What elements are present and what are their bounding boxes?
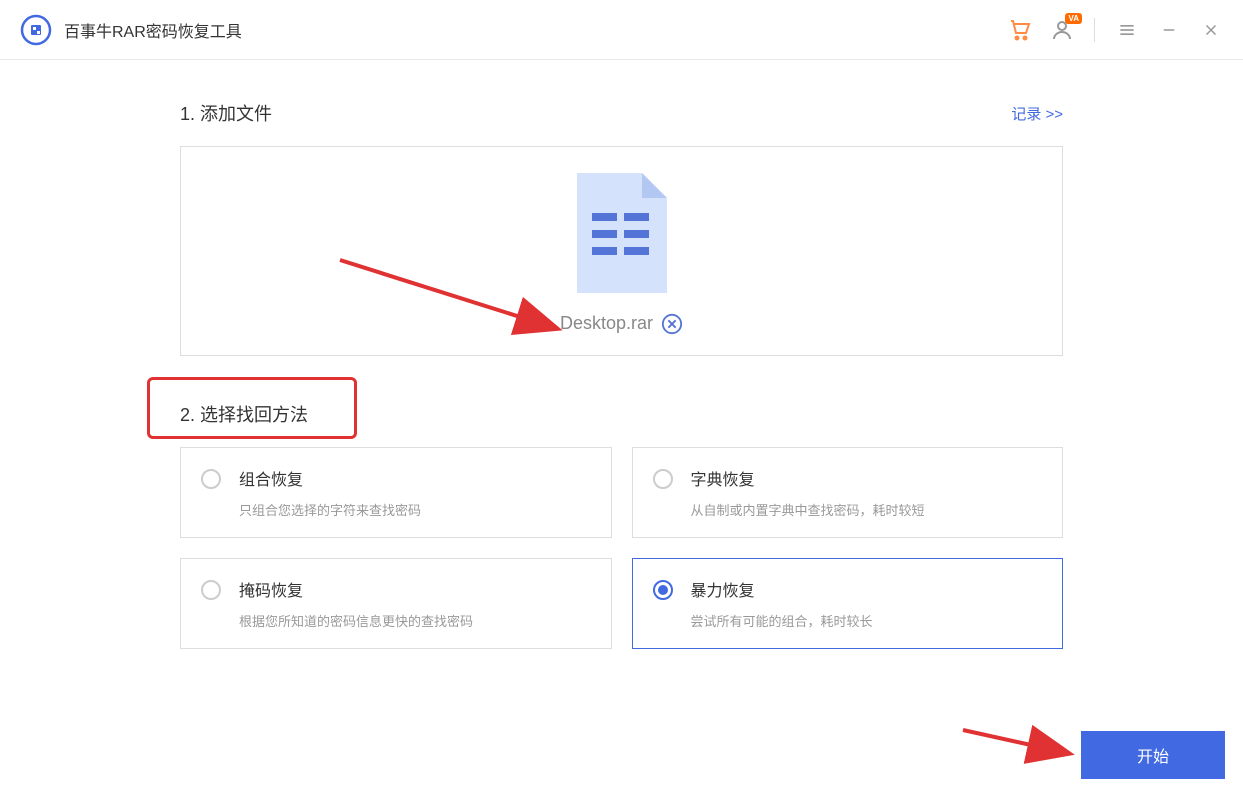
annotation-arrow-2 xyxy=(955,720,1085,770)
method-card-dictionary[interactable]: 字典恢复 从自制或内置字典中查找密码，耗时较短 xyxy=(632,447,1064,538)
titlebar: 百事牛RAR密码恢复工具 VA xyxy=(0,0,1243,60)
step1-header: 1. 添加文件 记录 >> xyxy=(180,100,1063,126)
history-link[interactable]: 记录 >> xyxy=(1011,103,1063,124)
method-title: 组合恢复 xyxy=(239,466,591,490)
methods-grid: 组合恢复 只组合您选择的字符来查找密码 字典恢复 从自制或内置字典中查找密码，耗… xyxy=(180,447,1063,649)
radio-icon xyxy=(653,580,673,600)
user-icon[interactable]: VA xyxy=(1050,18,1074,42)
radio-icon xyxy=(653,469,673,489)
main-content: 1. 添加文件 记录 >> Desktop.rar xyxy=(0,60,1243,649)
method-desc: 只组合您选择的字符来查找密码 xyxy=(239,500,591,519)
method-card-bruteforce[interactable]: 暴力恢复 尝试所有可能的组合，耗时较长 xyxy=(632,558,1064,649)
method-desc: 根据您所知道的密码信息更快的查找密码 xyxy=(239,611,591,630)
titlebar-left: 百事牛RAR密码恢复工具 xyxy=(20,14,242,46)
footer: 开始 xyxy=(1081,731,1225,779)
close-icon[interactable] xyxy=(1199,18,1223,42)
method-info: 组合恢复 只组合您选择的字符来查找密码 xyxy=(239,466,591,519)
radio-icon xyxy=(201,580,221,600)
method-title: 字典恢复 xyxy=(691,466,1043,490)
menu-icon[interactable] xyxy=(1115,18,1139,42)
app-title: 百事牛RAR密码恢复工具 xyxy=(64,18,242,42)
start-button[interactable]: 开始 xyxy=(1081,731,1225,779)
radio-icon xyxy=(201,469,221,489)
user-badge: VA xyxy=(1065,13,1082,24)
file-name-row: Desktop.rar xyxy=(560,313,683,335)
method-info: 暴力恢复 尝试所有可能的组合，耗时较长 xyxy=(691,577,1043,630)
divider xyxy=(1094,18,1095,42)
minimize-icon[interactable] xyxy=(1157,18,1181,42)
method-title: 掩码恢复 xyxy=(239,577,591,601)
file-drop-area[interactable]: Desktop.rar xyxy=(180,146,1063,356)
step2-header: 2. 选择找回方法 xyxy=(180,401,1063,427)
method-info: 掩码恢复 根据您所知道的密码信息更快的查找密码 xyxy=(239,577,591,630)
method-title: 暴力恢复 xyxy=(691,577,1043,601)
file-icon xyxy=(572,168,672,303)
step2-highlight-box xyxy=(147,377,357,439)
step1-title: 1. 添加文件 xyxy=(180,100,272,126)
method-card-mask[interactable]: 掩码恢复 根据您所知道的密码信息更快的查找密码 xyxy=(180,558,612,649)
titlebar-right: VA xyxy=(1008,18,1223,42)
method-desc: 从自制或内置字典中查找密码，耗时较短 xyxy=(691,500,1043,519)
remove-file-icon[interactable] xyxy=(661,313,683,335)
method-card-combination[interactable]: 组合恢复 只组合您选择的字符来查找密码 xyxy=(180,447,612,538)
method-desc: 尝试所有可能的组合，耗时较长 xyxy=(691,611,1043,630)
method-info: 字典恢复 从自制或内置字典中查找密码，耗时较短 xyxy=(691,466,1043,519)
file-name: Desktop.rar xyxy=(560,313,653,334)
cart-icon[interactable] xyxy=(1008,18,1032,42)
app-logo-icon xyxy=(20,14,52,46)
